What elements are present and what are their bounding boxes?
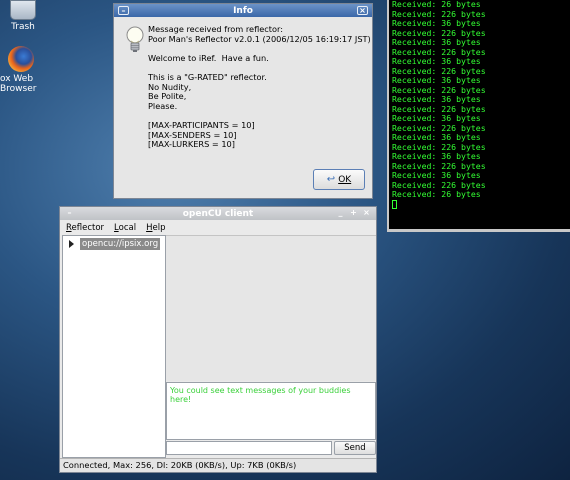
terminal-output: Received: 26 bytes Received: 226 bytes Rec… [392, 0, 570, 200]
close-icon[interactable]: × [361, 209, 372, 218]
tree-item[interactable]: opencu://ipsix.org [69, 238, 165, 250]
message-input[interactable] [166, 441, 332, 455]
desktop-icon-trash[interactable]: Trash [8, 0, 38, 32]
ok-button[interactable]: ↩ OK [313, 169, 365, 190]
opencu-client-window: – openCU client _ + × Reflector Local He… [59, 206, 377, 473]
ok-label: OK [338, 174, 352, 185]
menu-help[interactable]: Help [146, 223, 165, 233]
reflector-tree[interactable]: opencu://ipsix.org [62, 235, 166, 458]
minimize-icon[interactable]: _ [335, 209, 346, 218]
close-icon[interactable]: × [357, 6, 368, 15]
terminal-window[interactable]: Received: 26 bytes Received: 226 bytes Rec… [387, 0, 570, 232]
info-message-line: [MAX-LURKERS = 10] [148, 139, 235, 150]
terminal-line: Received: 26 bytes [392, 189, 481, 199]
send-button[interactable]: Send [334, 441, 376, 455]
info-message-line: Please. [148, 100, 178, 111]
tree-node-label[interactable]: opencu://ipsix.org [80, 238, 161, 250]
trash-label: Trash [11, 22, 35, 32]
info-dialog: – Info × Message received from reflector… [113, 3, 373, 199]
menu-local[interactable]: Local [114, 223, 136, 233]
trash-icon [10, 0, 36, 20]
firefox-label: ox Web Browser [0, 74, 37, 94]
expand-arrow-icon[interactable] [69, 240, 74, 248]
desktop-icon-firefox[interactable]: ox Web Browser [0, 46, 66, 94]
info-message-line: Welcome to iRef. Have a fun. [148, 52, 269, 63]
info-message-line: Be Polite, [148, 91, 187, 102]
info-message-line: Poor Man's Reflector v2.0.1 (2006/12/05 … [148, 33, 371, 44]
window-menu-icon[interactable]: – [64, 209, 75, 218]
chat-log[interactable]: You could see text messages of your budd… [166, 382, 376, 440]
client-titlebar[interactable]: – openCU client _ + × [60, 207, 376, 220]
firefox-icon [8, 46, 34, 72]
client-title: openCU client [182, 208, 254, 219]
checkmark-icon: ↩ [326, 174, 336, 185]
lightbulb-icon [124, 25, 146, 150]
menu-bar: Reflector Local Help [60, 221, 376, 234]
info-titlebar[interactable]: – Info × [114, 4, 372, 17]
window-menu-icon[interactable]: – [118, 6, 129, 15]
menu-reflector[interactable]: Reflector [66, 223, 104, 233]
info-title: Info [233, 5, 253, 16]
video-panel [166, 235, 376, 381]
maximize-icon[interactable]: + [348, 209, 359, 218]
terminal-cursor [392, 199, 397, 209]
info-message: Message received from reflector: Poor Man… [146, 24, 371, 150]
chat-placeholder-text: You could see text messages of your budd… [170, 386, 351, 404]
status-bar: Connected, Max: 256, Dl: 20KB (0KB/s), U… [60, 458, 376, 472]
